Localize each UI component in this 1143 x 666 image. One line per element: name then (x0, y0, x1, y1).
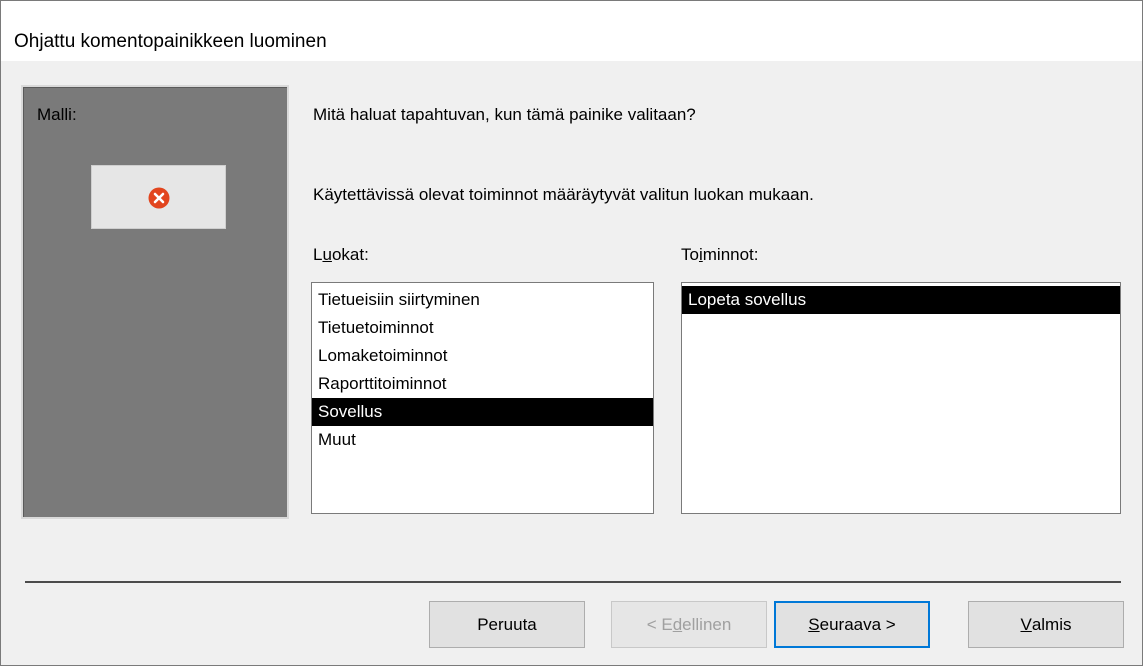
categories-listbox[interactable]: Tietueisiin siirtyminen Tietuetoiminnot Lo… (311, 282, 654, 514)
category-item[interactable]: Sovellus (312, 398, 653, 426)
separator-line (25, 581, 1121, 583)
window-title: Ohjattu komentopainikkeen luominen (14, 31, 327, 52)
category-item[interactable]: Tietuetoiminnot (312, 314, 653, 342)
actions-label: Toiminnot: (681, 245, 759, 264)
category-item[interactable]: Tietueisiin siirtyminen (312, 286, 653, 314)
error-circle-icon (148, 187, 170, 209)
categories-label: Luokat: (313, 245, 369, 264)
finish-button[interactable]: Valmis (968, 601, 1124, 648)
prompt-info: Käytettävissä olevat toiminnot määräytyv… (313, 185, 814, 204)
sample-button-preview (91, 165, 226, 229)
next-button[interactable]: Seuraava > (774, 601, 930, 648)
prompt-question: Mitä haluat tapahtuvan, kun tämä painike… (313, 105, 696, 124)
back-button[interactable]: < Ed ellinen (611, 601, 767, 648)
preview-panel: Malli: (21, 85, 289, 519)
cancel-button[interactable]: Peruuta (429, 601, 585, 648)
actions-listbox[interactable]: Lopeta sovellus (681, 282, 1121, 514)
title-bar: Ohjattu komentopainikkeen luominen (1, 1, 1142, 61)
action-item[interactable]: Lopeta sovellus (682, 286, 1120, 314)
category-item[interactable]: Lomaketoiminnot (312, 342, 653, 370)
category-item[interactable]: Muut (312, 426, 653, 454)
wizard-window: Ohjattu komentopainikkeen luominen Malli… (0, 0, 1143, 666)
preview-label: Malli: (37, 105, 77, 124)
category-item[interactable]: Raporttitoiminnot (312, 370, 653, 398)
